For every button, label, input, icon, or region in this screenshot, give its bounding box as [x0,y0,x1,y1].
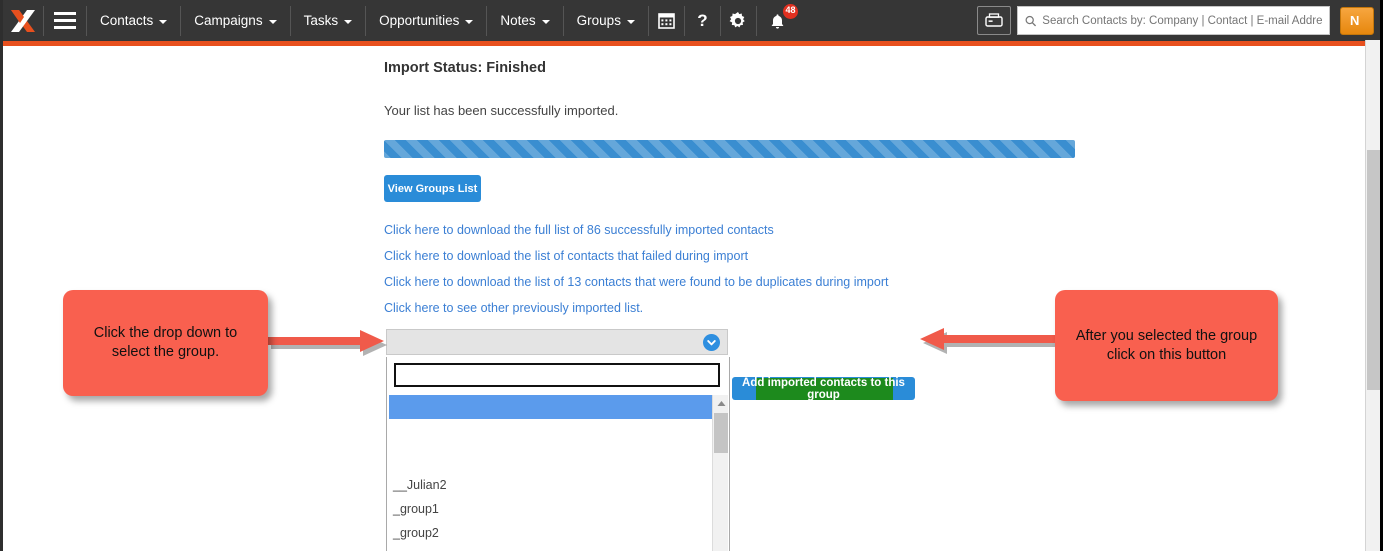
chevron-down-icon [542,20,550,24]
group-option-list[interactable]: __Julian2 _group1 _group2 _group3 _group… [389,395,713,551]
chevron-down-icon [627,20,635,24]
group-dropdown-scrollbar[interactable] [712,395,728,551]
scrollbar-thumb[interactable] [714,413,728,453]
page-title: Import Status: Finished [384,60,546,76]
nav-item-campaigns[interactable]: Campaigns [181,0,289,41]
annotation-arrow-right-icon [268,328,388,362]
gear-icon[interactable] [721,0,756,41]
top-navbar: Contacts Campaigns Tasks Opportunities N… [3,0,1380,41]
chevron-down-icon [703,334,720,351]
navbar-right-section: N [977,6,1380,35]
nav-item-contacts[interactable]: Contacts [87,0,180,41]
notifications-bell-icon[interactable]: 48 [757,0,799,41]
group-dropdown-search-input[interactable] [394,363,720,387]
help-icon[interactable]: ? [685,0,720,41]
group-select-box[interactable] [386,329,728,355]
nav-label-groups: Groups [577,13,621,28]
new-record-button-label: N [1350,13,1359,28]
search-box[interactable] [1017,6,1330,35]
chevron-down-icon [465,20,473,24]
search-icon [1025,15,1036,27]
import-progress-bar [384,140,1075,158]
group-option-group1[interactable]: _group1 [389,497,713,521]
navbar-accent-bar [3,41,1380,46]
calendar-icon[interactable] [649,0,684,41]
group-option-group3[interactable]: _group3 [389,545,713,551]
app-root: Contacts Campaigns Tasks Opportunities N… [0,0,1383,551]
annotation-arrow-left-icon [915,326,1060,360]
link-download-failed[interactable]: Click here to download the list of conta… [384,243,1084,269]
group-option-group2[interactable]: _group2 [389,521,713,545]
scroll-up-arrow-icon[interactable] [713,395,729,411]
nav-label-notes: Notes [500,13,535,28]
group-dropdown-panel[interactable]: __Julian2 _group1 _group2 _group3 _group… [386,357,730,551]
status-message: Your list has been successfully imported… [384,103,618,118]
window-left-border [0,0,3,551]
group-option-blank[interactable] [389,419,713,443]
nav-item-groups[interactable]: Groups [564,0,648,41]
nav-label-contacts: Contacts [100,13,153,28]
download-links-list: Click here to download the full list of … [384,217,1084,321]
new-record-button[interactable]: N [1340,7,1374,35]
nav-label-campaigns: Campaigns [194,13,262,28]
group-option-selected-blank[interactable] [389,395,713,419]
printer-icon[interactable] [977,6,1011,35]
chevron-down-icon [159,20,167,24]
menu-hamburger-icon[interactable] [44,0,86,41]
annotation-callout-right: After you selected the group click on th… [1055,290,1278,401]
add-imported-contacts-button[interactable]: Add imported contacts to this group [732,377,915,400]
nav-item-opportunities[interactable]: Opportunities [366,0,486,41]
nav-label-opportunities: Opportunities [379,13,459,28]
chevron-down-icon [344,20,352,24]
help-label: ? [697,11,707,31]
notification-count-badge: 48 [783,4,798,19]
app-logo[interactable] [3,0,43,41]
chevron-down-icon [269,20,277,24]
link-download-successful[interactable]: Click here to download the full list of … [384,217,1084,243]
link-download-duplicates[interactable]: Click here to download the list of 13 co… [384,269,1084,295]
add-button-label-wrap: Add imported contacts to this group [732,377,915,401]
link-previous-imports[interactable]: Click here to see other previously impor… [384,295,1084,321]
nav-item-notes[interactable]: Notes [487,0,562,41]
search-input[interactable] [1042,15,1322,27]
group-option-julian2[interactable]: __Julian2 [389,473,713,497]
nav-item-tasks[interactable]: Tasks [291,0,366,41]
list-spacer [389,443,713,473]
annotation-callout-left: Click the drop down to select the group. [63,290,268,396]
nav-label-tasks: Tasks [304,13,339,28]
view-groups-list-button[interactable]: View Groups List [384,175,481,202]
